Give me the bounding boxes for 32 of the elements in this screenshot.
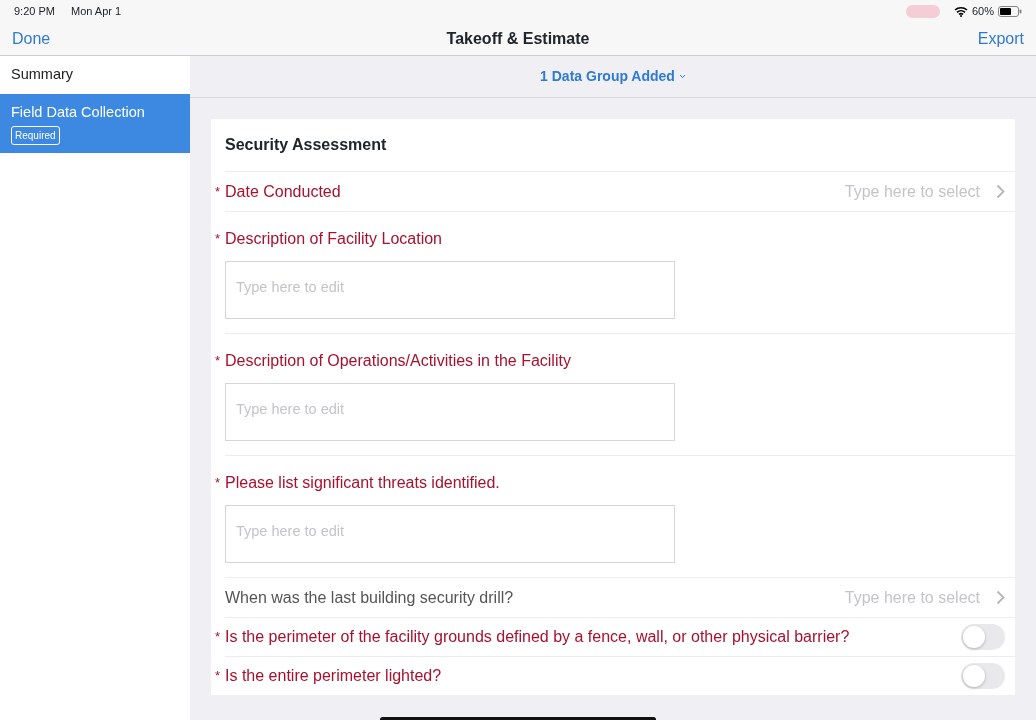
field-label: Is the perimeter of the facility grounds defined by a fence, wall, or other physical barrier? [225,627,850,647]
field-label: Description of Operations/Activities in the Facility [225,351,571,371]
wifi-icon [953,5,968,17]
required-mark: * [215,352,222,371]
field-label: Please list significant threats identified. [225,473,500,493]
required-mark: * [215,628,222,647]
section-title: Security Assessment [225,136,387,153]
required-mark: * [215,474,222,493]
required-mark: * [215,667,222,686]
page-title: Takeoff & Estimate [446,28,590,49]
toggle-switch[interactable] [961,663,1005,689]
required-mark: * [215,230,222,249]
field-label: When was the last building security drill? [225,587,514,608]
sidebar-item[interactable]: Field Data Collection Required [0,93,190,154]
done-button[interactable]: Done [12,26,51,51]
data-group-dropdown[interactable]: 1 Data Group Added [540,66,686,87]
battery-icon [998,5,1022,17]
field-label: Description of Facility Location [225,229,442,249]
field-label: Date Conducted [225,181,341,202]
chevron-right-icon [996,184,1005,199]
status-time: 9:20 PM [14,3,55,19]
battery-percent: 60% [971,3,994,19]
recording-indicator [905,4,940,18]
export-button[interactable]: Export [977,26,1024,51]
chevron-right-icon [996,590,1005,605]
status-date: Mon Apr 1 [70,3,122,19]
toggle-switch[interactable] [961,624,1005,650]
required-badge: Required [11,125,60,145]
sidebar-item[interactable]: Summary [0,56,190,94]
field-label: Is the entire perimeter lighted? [225,666,442,686]
required-mark: * [215,182,222,201]
chevron-down-icon [678,74,686,79]
